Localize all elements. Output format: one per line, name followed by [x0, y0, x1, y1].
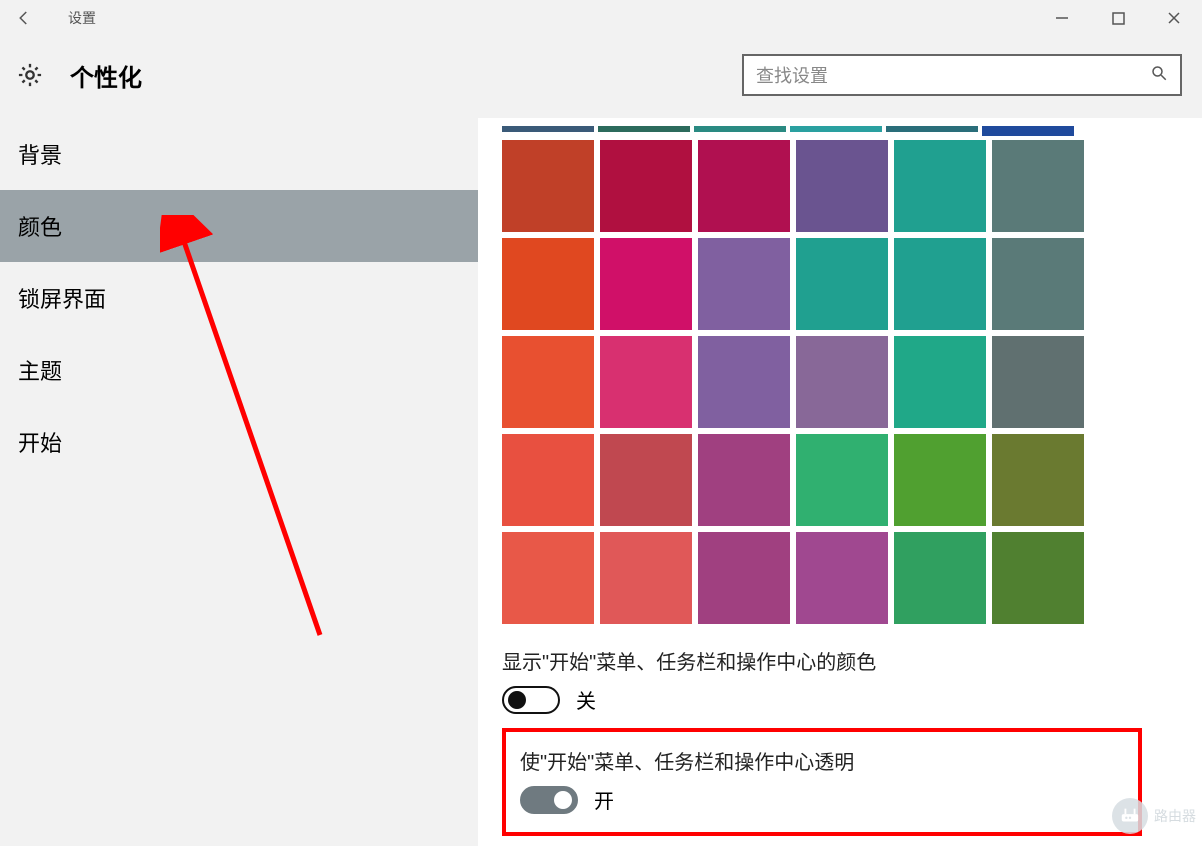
color-swatch[interactable] [698, 140, 790, 232]
color-swatch[interactable] [796, 532, 888, 624]
setting-show-color: 显示"开始"菜单、任务栏和操作中心的颜色 关 [502, 646, 1192, 714]
page-title: 个性化 [70, 58, 142, 93]
search-input[interactable]: 查找设置 [742, 54, 1182, 96]
sidebar-item-3[interactable]: 主题 [0, 334, 478, 406]
color-swatch[interactable] [600, 532, 692, 624]
color-swatch[interactable] [796, 336, 888, 428]
color-swatch[interactable] [600, 434, 692, 526]
color-swatch[interactable] [992, 336, 1084, 428]
color-swatch[interactable] [992, 434, 1084, 526]
gear-icon [14, 59, 46, 91]
color-swatch[interactable] [992, 140, 1084, 232]
color-swatch[interactable] [698, 434, 790, 526]
watermark-text: 路由器 [1154, 806, 1196, 826]
color-swatch[interactable] [992, 238, 1084, 330]
maximize-button[interactable] [1090, 0, 1146, 36]
search-placeholder: 查找设置 [756, 62, 1150, 88]
color-swatch[interactable] [894, 140, 986, 232]
color-swatch[interactable] [502, 238, 594, 330]
strip-seg [790, 126, 882, 132]
content-panel: 显示"开始"菜单、任务栏和操作中心的颜色 关 使"开始"菜单、任务栏和操作中心透… [478, 118, 1202, 846]
color-swatch[interactable] [796, 434, 888, 526]
color-swatch[interactable] [502, 532, 594, 624]
watermark: 路由器 [1112, 798, 1196, 834]
sidebar-item-label: 锁屏界面 [18, 282, 106, 314]
color-swatch[interactable] [796, 140, 888, 232]
sidebar-item-label: 背景 [18, 138, 62, 170]
watermark-icon [1112, 798, 1148, 834]
color-swatch[interactable] [698, 336, 790, 428]
color-swatch[interactable] [894, 336, 986, 428]
search-icon [1150, 64, 1168, 87]
window-title: 设置 [68, 8, 96, 28]
toggle-show-color-state: 关 [576, 685, 596, 714]
color-grid [502, 140, 1192, 624]
toggle-show-color[interactable] [502, 686, 560, 714]
color-swatch[interactable] [894, 434, 986, 526]
color-swatch[interactable] [600, 336, 692, 428]
color-swatch[interactable] [894, 238, 986, 330]
color-swatch[interactable] [502, 140, 594, 232]
strip-seg [502, 126, 594, 132]
color-swatch[interactable] [502, 434, 594, 526]
strip-seg [694, 126, 786, 132]
toggle-transparency-state: 开 [594, 785, 614, 814]
window-controls [1034, 0, 1202, 36]
color-swatch[interactable] [502, 336, 594, 428]
strip-seg [598, 126, 690, 132]
setting-transparency-label: 使"开始"菜单、任务栏和操作中心透明 [520, 746, 1122, 775]
toggle-transparency[interactable] [520, 786, 578, 814]
color-swatch[interactable] [600, 140, 692, 232]
color-swatch[interactable] [796, 238, 888, 330]
sidebar-item-label: 开始 [18, 426, 62, 458]
strip-seg [982, 126, 1074, 136]
titlebar: 设置 [0, 0, 1202, 36]
color-swatch[interactable] [600, 238, 692, 330]
annotation-highlight-box: 使"开始"菜单、任务栏和操作中心透明 开 [502, 728, 1142, 836]
sidebar-item-1[interactable]: 颜色 [0, 190, 478, 262]
close-button[interactable] [1146, 0, 1202, 36]
sidebar-item-2[interactable]: 锁屏界面 [0, 262, 478, 334]
color-top-strip [502, 126, 1192, 136]
back-button[interactable] [0, 0, 48, 36]
color-swatch[interactable] [698, 238, 790, 330]
sidebar-item-0[interactable]: 背景 [0, 118, 478, 190]
strip-seg [886, 126, 978, 132]
sidebar: 背景颜色锁屏界面主题开始 [0, 118, 478, 846]
setting-show-color-label: 显示"开始"菜单、任务栏和操作中心的颜色 [502, 646, 1192, 675]
header: 个性化 查找设置 [0, 36, 1202, 118]
sidebar-item-label: 颜色 [18, 210, 62, 242]
color-swatch[interactable] [992, 532, 1084, 624]
color-swatch[interactable] [894, 532, 986, 624]
color-swatch[interactable] [698, 532, 790, 624]
sidebar-item-4[interactable]: 开始 [0, 406, 478, 478]
minimize-button[interactable] [1034, 0, 1090, 36]
sidebar-item-label: 主题 [18, 354, 62, 386]
